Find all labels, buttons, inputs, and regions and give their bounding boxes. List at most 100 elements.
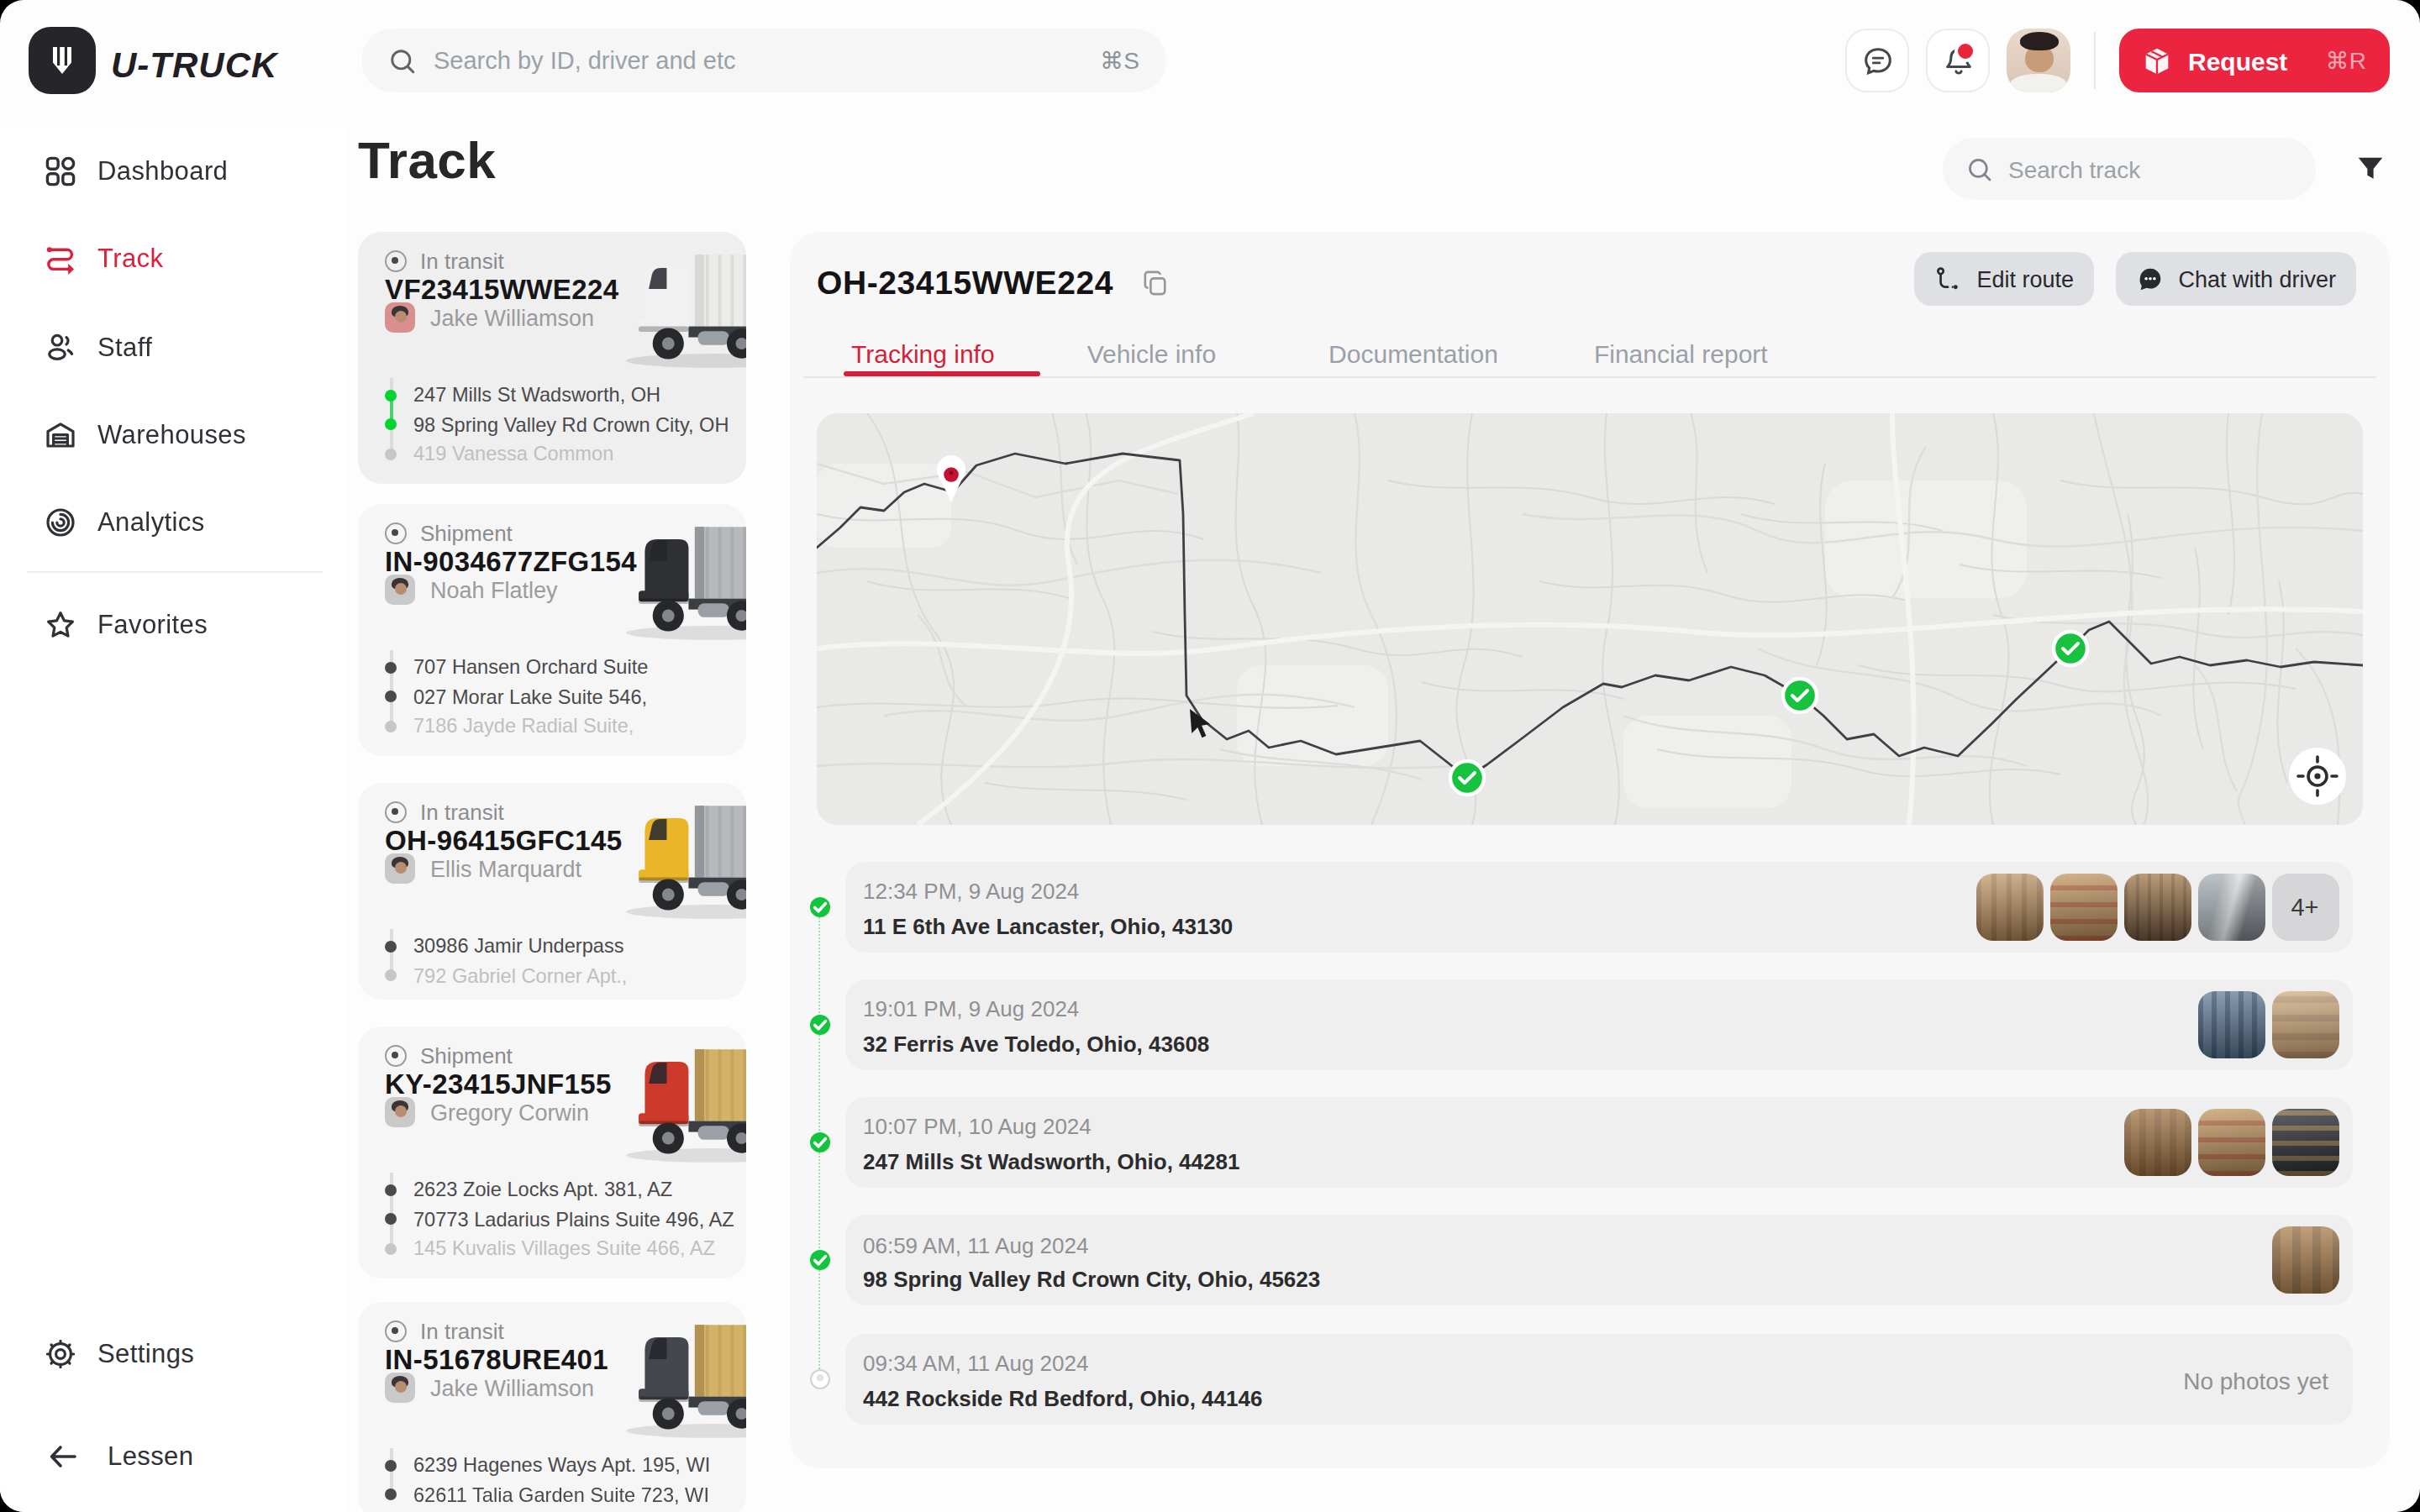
package-icon: [2141, 45, 2173, 76]
notifications-button[interactable]: [1926, 29, 1990, 92]
shipment-card-OH-96415GFC145[interactable]: In transitOH-96415GFC145Ellis Marquardt3…: [358, 783, 746, 1000]
map-checkpoint-3: [2054, 632, 2087, 665]
timeline-row[interactable]: 19:01 PM, 9 Aug 202432 Ferris Ave Toledo…: [844, 979, 2352, 1069]
timeline-row[interactable]: 09:34 AM, 11 Aug 2024 442 Rockside Rd Bed…: [844, 1333, 2352, 1424]
truck-image: [617, 517, 746, 648]
tab-vehicle-info[interactable]: Vehicle info: [1087, 339, 1216, 368]
stop-dot: [385, 720, 397, 732]
global-search-input[interactable]: Search by ID, driver and etc ⌘S: [361, 29, 1166, 92]
stop-address: 707 Hansen Orchard Suite: [413, 655, 648, 679]
shipment-card-KY-23415JNF155[interactable]: ShipmentKY-23415JNF155Gregory Corwin2623…: [358, 1026, 746, 1278]
timeline-time: 06:59 AM, 11 Aug 2024: [863, 1232, 1088, 1257]
warehouse-photo[interactable]: [1975, 873, 2043, 940]
sidebar-item-staff[interactable]: Staff: [0, 314, 345, 381]
analytics-icon: [0, 506, 77, 539]
timeline-time: 09:34 AM, 11 Aug 2024: [863, 1351, 1088, 1376]
shipment-card-IN-51678URE401[interactable]: In transitIN-51678URE401Jake Williamson6…: [358, 1302, 746, 1512]
shield-icon: [42, 40, 82, 81]
timeline-check-icon: [810, 896, 830, 916]
route-map[interactable]: [817, 413, 2363, 825]
user-avatar[interactable]: [2007, 29, 2070, 92]
shipment-id: IN-51678URE401: [385, 1344, 608, 1376]
stop-row: 30986 Jamir Underpass: [385, 934, 624, 958]
warehouse-photo[interactable]: [2271, 1108, 2338, 1175]
tabs-divider: [803, 376, 2376, 378]
warehouse-photo[interactable]: [2123, 1108, 2191, 1175]
locate-button[interactable]: [2289, 748, 2346, 805]
filter-button[interactable]: [2346, 144, 2393, 192]
stop-row: 792 Gabriel Corner Apt.,: [385, 963, 627, 987]
sidebar-item-label: Staff: [97, 333, 152, 363]
edit-route-icon: [1934, 265, 1963, 293]
driver-avatar: [385, 1373, 415, 1403]
stop-dot: [385, 1488, 397, 1500]
messages-button[interactable]: [1845, 29, 1909, 92]
warehouse-photo[interactable]: [2197, 873, 2265, 940]
tab-tracking-info[interactable]: Tracking info: [844, 339, 995, 368]
warehouse-photo[interactable]: [2197, 990, 2265, 1058]
status-icon: [385, 1045, 407, 1067]
stop-address: 7186 Jayde Radial Suite,: [413, 714, 634, 738]
stop-dot: [385, 940, 397, 952]
stop-dot: [385, 1459, 397, 1471]
stop-address: 62611 Talia Garden Suite 723, WI: [413, 1483, 709, 1506]
stop-row: 145 Kuvalis Villages Suite 466, AZ: [385, 1236, 715, 1260]
sidebar-item-label: Settings: [97, 1339, 194, 1369]
sidebar-item-analytics[interactable]: Analytics: [0, 489, 345, 556]
timeline-row[interactable]: 10:07 PM, 10 Aug 2024247 Mills St Wadswo…: [844, 1096, 2352, 1187]
sidebar-item-label: Track: [97, 244, 163, 274]
request-button[interactable]: Request ⌘R: [2119, 29, 2390, 92]
sidebar-collapse-button[interactable]: Lessen: [0, 1423, 345, 1490]
tab-financial-report[interactable]: Financial report: [1594, 339, 1768, 368]
copy-icon[interactable]: [1143, 270, 1168, 302]
stop-address: 2623 Zoie Locks Apt. 381, AZ: [413, 1178, 672, 1201]
chat-bubble-icon: [2136, 265, 2165, 293]
driver-avatar: [385, 1097, 415, 1127]
sidebar-item-label: Warehouses: [97, 420, 246, 450]
stop-address: 419 Vanessa Common: [413, 442, 613, 465]
stop-row: 027 Morar Lake Suite 546,: [385, 685, 647, 708]
filter-icon: [2354, 152, 2386, 184]
stop-address: 98 Spring Valley Rd Crown City, OH: [413, 412, 729, 436]
track-search-input[interactable]: Search track: [1943, 138, 2316, 200]
stop-dot: [385, 448, 397, 459]
truck-image: [617, 245, 746, 376]
stop-row: 70773 Ladarius Plains Suite 496, AZ: [385, 1207, 734, 1231]
no-photos-label: No photos yet: [2183, 1367, 2328, 1394]
timeline-row[interactable]: 06:59 AM, 11 Aug 202498 Spring Valley Rd…: [844, 1215, 2352, 1305]
stop-dot: [385, 969, 397, 981]
status-icon: [385, 1320, 407, 1342]
shipment-card-IN-9034677ZFG154[interactable]: ShipmentIN-9034677ZFG154Noah Flatley707 …: [358, 504, 746, 756]
shipment-id: KY-23415JNF155: [385, 1068, 612, 1100]
edit-route-button[interactable]: Edit route: [1914, 252, 2094, 306]
shipment-status: Shipment: [420, 521, 513, 546]
sidebar-item-settings[interactable]: Settings: [0, 1320, 345, 1388]
warehouse-photo[interactable]: [2197, 1108, 2265, 1175]
sidebar-item-warehouses[interactable]: Warehouses: [0, 402, 345, 469]
sidebar-item-dashboard[interactable]: Dashboard: [0, 138, 345, 205]
timeline-address: 442 Rockside Rd Bedford, Ohio, 44146: [863, 1385, 1262, 1410]
global-search-shortcut: ⌘S: [1100, 47, 1139, 74]
global-search-placeholder: Search by ID, driver and etc: [434, 47, 1100, 74]
timeline-time: 10:07 PM, 10 Aug 2024: [863, 1114, 1092, 1139]
driver-avatar: [385, 302, 415, 333]
sidebar-item-favorites[interactable]: Favorites: [0, 591, 345, 659]
warehouse-photo[interactable]: [2123, 873, 2191, 940]
chat-with-driver-button[interactable]: Chat with driver: [2116, 252, 2356, 306]
timeline-address: 32 Ferris Ave Toledo, Ohio, 43608: [863, 1031, 1209, 1056]
chat-icon: [1860, 43, 1895, 78]
shipment-card-VF23415WWE224[interactable]: In transitVF23415WWE224Jake Williamson24…: [358, 232, 746, 484]
sidebar-divider: [27, 571, 323, 573]
warehouse-photo[interactable]: [2271, 1226, 2338, 1294]
more-photos-badge[interactable]: 4+: [2271, 873, 2338, 940]
status-icon: [385, 250, 407, 272]
stop-dot: [385, 389, 397, 401]
sidebar: Dashboard Track Staff Warehouses Analytics Fa…: [0, 128, 345, 1512]
tab-documentation[interactable]: Documentation: [1328, 339, 1498, 368]
sidebar-item-track[interactable]: Track: [0, 225, 345, 292]
timeline-row[interactable]: 12:34 PM, 9 Aug 202411 E 6th Ave Lancast…: [844, 861, 2352, 952]
driver-name: Gregory Corwin: [430, 1100, 589, 1125]
warehouse-photo[interactable]: [2049, 873, 2117, 940]
sidebar-item-label: Favorites: [97, 610, 208, 640]
warehouse-photo[interactable]: [2271, 990, 2338, 1058]
